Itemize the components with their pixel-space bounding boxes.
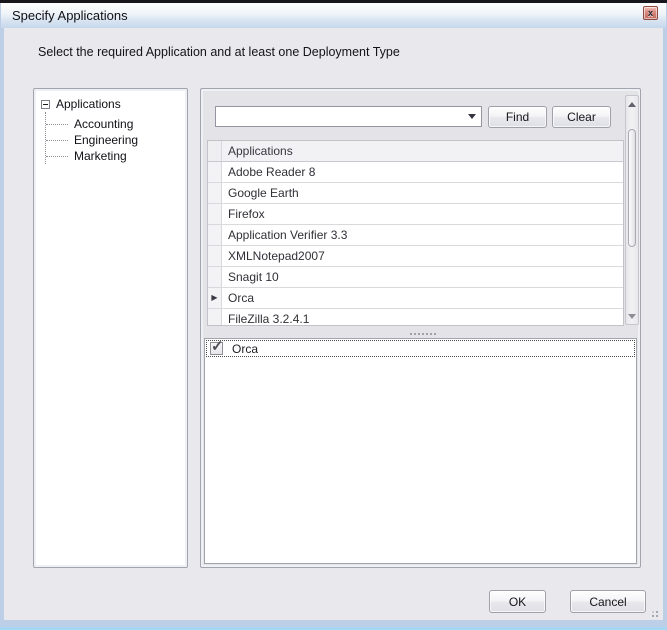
cancel-button[interactable]: Cancel	[570, 590, 646, 613]
dialog-window: Specify Applications x Select the requir…	[0, 0, 667, 630]
close-button[interactable]: x	[643, 6, 658, 20]
instruction-text: Select the required Application and at l…	[38, 45, 400, 59]
tree-collapse-icon[interactable]	[41, 100, 50, 109]
grid-corner-cell	[208, 141, 222, 161]
resize-grip-icon[interactable]	[647, 608, 658, 617]
tree-node-engineering[interactable]: Engineering	[46, 132, 183, 148]
tree-children: Accounting Engineering Marketing	[45, 112, 183, 164]
grid-scrollbar[interactable]	[625, 95, 639, 325]
arrow-up-icon	[628, 102, 636, 107]
grid-row-orca[interactable]: ▶ Orca	[208, 288, 623, 309]
grid-row-filezilla[interactable]: FileZilla 3.2.4.1	[208, 309, 623, 326]
grid-row-adobe-reader[interactable]: Adobe Reader 8	[208, 162, 623, 183]
applications-panel: Find Clear Applications Adobe Reader 8 G…	[200, 88, 641, 568]
scrollbar-thumb[interactable]	[628, 129, 636, 247]
scrollbar-down-button[interactable]	[626, 309, 638, 323]
grid-row-firefox[interactable]: Firefox	[208, 204, 623, 225]
applications-tree: Applications Accounting Engineering Mark…	[41, 96, 183, 164]
arrow-down-icon	[628, 314, 636, 319]
panel-splitter[interactable]	[207, 329, 638, 336]
checkmark-icon: ✓	[211, 337, 224, 355]
close-icon: x	[648, 9, 653, 18]
combo-dropdown-button[interactable]	[463, 107, 481, 126]
scrollbar-up-button[interactable]	[626, 97, 638, 111]
tree-node-accounting[interactable]: Accounting	[46, 116, 183, 132]
grid-row-application-verifier[interactable]: Application Verifier 3.3	[208, 225, 623, 246]
grid-header-row: Applications	[208, 141, 623, 162]
titlebar[interactable]: Specify Applications	[1, 3, 666, 28]
clear-button[interactable]: Clear	[552, 106, 611, 128]
applications-grid: Applications Adobe Reader 8 Google Earth…	[207, 140, 624, 326]
find-button[interactable]: Find	[488, 106, 547, 128]
grid-row-snagit[interactable]: Snagit 10	[208, 267, 623, 288]
search-combobox[interactable]	[215, 106, 482, 127]
chevron-down-icon	[468, 114, 476, 119]
grid-row-xmlnotepad[interactable]: XMLNotepad2007	[208, 246, 623, 267]
splitter-grip-icon	[409, 331, 437, 335]
deployment-item-orca[interactable]: ✓ Orca	[206, 340, 635, 357]
grid-row-google-earth[interactable]: Google Earth	[208, 183, 623, 204]
tree-node-applications[interactable]: Applications	[41, 96, 183, 112]
tree-root-label: Applications	[56, 97, 121, 111]
search-input[interactable]	[219, 108, 463, 125]
deployment-type-list: ✓ Orca	[204, 338, 637, 564]
ok-button[interactable]: OK	[489, 590, 546, 613]
current-row-indicator-icon: ▶	[211, 294, 217, 302]
window-title: Specify Applications	[1, 8, 128, 23]
dialog-body: Select the required Application and at l…	[4, 28, 663, 620]
applications-tree-panel: Applications Accounting Engineering Mark…	[33, 88, 188, 568]
grid-column-header[interactable]: Applications	[222, 141, 623, 161]
tree-node-marketing[interactable]: Marketing	[46, 148, 183, 164]
checkbox-checked[interactable]: ✓	[210, 342, 223, 355]
deployment-item-label: Orca	[232, 342, 258, 356]
